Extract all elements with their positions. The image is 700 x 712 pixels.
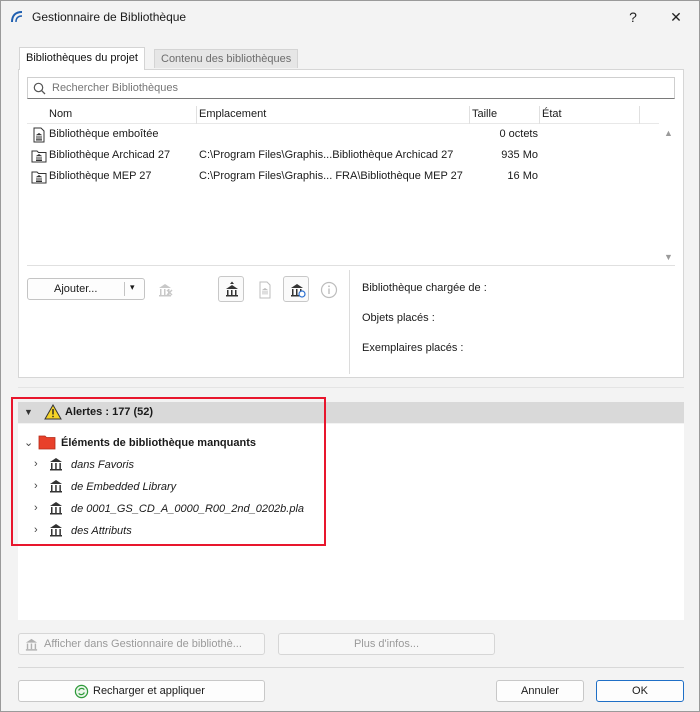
more-info-button[interactable]: Plus d'infos... — [278, 633, 495, 655]
tree-item[interactable]: › des Attributs — [34, 521, 324, 541]
chevron-down-icon[interactable]: ⌄ — [24, 436, 33, 449]
scroll-down-icon[interactable]: ▼ — [664, 252, 673, 262]
table-row[interactable]: Bibliothèque emboîtée 0 octets — [27, 125, 659, 145]
window-title: Gestionnaire de Bibliothèque — [32, 10, 187, 24]
search-input[interactable] — [50, 80, 650, 96]
column-divider[interactable] — [539, 106, 540, 124]
remove-library-button[interactable] — [151, 276, 177, 302]
title-bar: Gestionnaire de Bibliothèque ? ✕ — [1, 1, 699, 33]
chevron-right-icon[interactable]: › — [34, 502, 38, 514]
table-row[interactable]: Bibliothèque MEP 27 C:\Program Files\Gra… — [27, 167, 659, 187]
section-divider — [18, 387, 684, 388]
row-location: C:\Program Files\Graphis...Bibliothèque … — [199, 149, 454, 161]
scroll-up-icon[interactable]: ▲ — [664, 128, 673, 138]
folder-library-icon — [31, 150, 47, 163]
library-file-icon — [259, 281, 271, 299]
row-location: C:\Program Files\Graphis... FRA\Biblioth… — [199, 170, 463, 182]
placed-instances-label: Exemplaires placés : — [362, 342, 464, 354]
row-size: 0 octets — [499, 128, 538, 140]
table-header: Nom Emplacement Taille État — [27, 106, 659, 124]
loaded-from-label: Bibliothèque chargée de : — [362, 282, 487, 294]
column-header-size[interactable]: Taille — [472, 108, 497, 120]
panel-divider — [349, 270, 350, 374]
row-size: 935 Mo — [501, 149, 538, 161]
archicad-logo-icon — [11, 11, 23, 23]
library-icon — [50, 524, 62, 537]
ok-button[interactable]: OK — [596, 680, 684, 702]
help-button[interactable]: ? — [613, 5, 653, 29]
library-reload-button[interactable] — [283, 276, 309, 302]
folder-library-icon — [31, 171, 47, 184]
chevron-right-icon[interactable]: › — [34, 524, 38, 536]
row-size: 16 Mo — [507, 170, 538, 182]
collapse-triangle-icon[interactable]: ▼ — [24, 407, 33, 417]
tree-item[interactable]: › de 0001_GS_CD_A_0000_R00_2nd_0202b.pla — [34, 499, 324, 519]
library-manager-window: Gestionnaire de Bibliothèque ? ✕ Bibliot… — [0, 0, 700, 712]
placed-objects-label: Objets placés : — [362, 312, 435, 324]
table-row[interactable]: Bibliothèque Archicad 27 C:\Program File… — [27, 146, 659, 166]
reload-icon — [74, 684, 89, 699]
search-box[interactable] — [27, 77, 675, 99]
column-divider[interactable] — [196, 106, 197, 124]
alerts-label: Alertes : 177 (52) — [65, 406, 154, 418]
cancel-button[interactable]: Annuler — [496, 680, 584, 702]
tree-group-missing-elements[interactable]: ⌄ Éléments de bibliothèque manquants — [24, 433, 324, 453]
library-toolbar: Ajouter... ▾ — [27, 275, 347, 305]
chevron-down-icon[interactable]: ▾ — [130, 282, 135, 293]
remove-library-icon — [159, 284, 173, 297]
tree-item[interactable]: › de Embedded Library — [34, 477, 324, 497]
show-in-library-manager-button[interactable]: Afficher dans Gestionnaire de bibliothè.… — [18, 633, 265, 655]
library-file-button[interactable] — [251, 276, 277, 302]
row-name: Bibliothèque Archicad 27 — [49, 149, 171, 161]
library-action-button[interactable] — [218, 276, 244, 302]
row-name: Bibliothèque emboîtée — [49, 128, 159, 140]
table-scrollbar[interactable]: ▲ ▼ — [661, 124, 675, 266]
folder-icon — [38, 435, 56, 450]
tree-item[interactable]: › dans Favoris — [34, 455, 324, 475]
libraries-table: Nom Emplacement Taille État Bibliothèque… — [27, 106, 675, 266]
column-header-location[interactable]: Emplacement — [199, 108, 266, 120]
column-divider[interactable] — [469, 106, 470, 124]
chevron-right-icon[interactable]: › — [34, 458, 38, 470]
tree-item-label: des Attributs — [71, 525, 132, 537]
tree-group-label: Éléments de bibliothèque manquants — [61, 437, 256, 449]
library-icon — [25, 638, 38, 651]
info-icon — [320, 281, 338, 299]
row-name: Bibliothèque MEP 27 — [49, 170, 152, 182]
library-icon — [50, 480, 62, 493]
library-upload-icon — [226, 281, 238, 297]
close-button[interactable]: ✕ — [656, 5, 696, 29]
reload-apply-button[interactable]: Recharger et appliquer — [18, 680, 265, 702]
tree-item-label: dans Favoris — [71, 459, 134, 471]
library-info-button[interactable] — [315, 276, 341, 302]
add-library-label: Ajouter... — [54, 283, 98, 295]
project-libraries-panel: Nom Emplacement Taille État Bibliothèque… — [18, 69, 684, 378]
tree-item-label: de 0001_GS_CD_A_0000_R00_2nd_0202b.pla — [71, 503, 305, 515]
alerts-header[interactable]: ▼ Alertes : 177 (52) — [18, 402, 684, 423]
reload-apply-label: Recharger et appliquer — [93, 685, 205, 697]
tab-project-libraries[interactable]: Bibliothèques du projet — [19, 47, 145, 70]
footer-divider — [18, 667, 684, 668]
library-refresh-icon — [291, 284, 306, 298]
embedded-library-icon — [33, 127, 45, 143]
tab-library-contents[interactable]: Contenu des bibliothèques — [154, 49, 299, 68]
tree-item-label: de Embedded Library — [71, 481, 177, 493]
search-icon — [33, 82, 46, 95]
add-library-button[interactable]: Ajouter... ▾ — [27, 278, 145, 300]
library-icon — [50, 502, 62, 515]
library-icon — [50, 458, 62, 471]
chevron-right-icon[interactable]: › — [34, 480, 38, 492]
button-separator — [124, 282, 125, 296]
show-in-library-manager-label: Afficher dans Gestionnaire de bibliothè.… — [44, 638, 242, 650]
column-divider[interactable] — [639, 106, 640, 124]
column-header-name[interactable]: Nom — [49, 108, 72, 120]
alerts-tree: ⌄ Éléments de bibliothèque manquants › d… — [18, 424, 684, 620]
warning-icon — [44, 404, 62, 420]
column-header-state[interactable]: État — [542, 108, 562, 120]
